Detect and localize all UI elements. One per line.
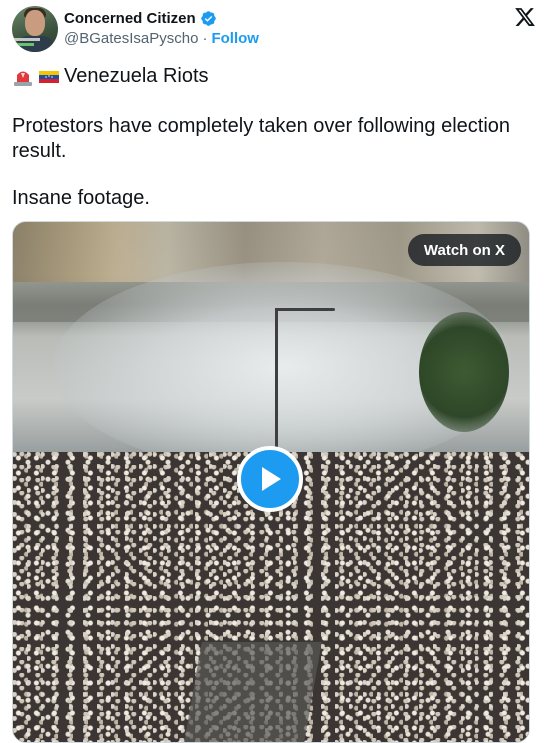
video-media[interactable]: Watch on X (12, 221, 530, 743)
post-headline: Venezuela Riots (12, 64, 209, 89)
police-light-emoji (14, 71, 32, 86)
author-name-row: Concerned Citizen (64, 8, 217, 28)
watch-on-x-button[interactable]: Watch on X (407, 234, 521, 266)
author-handle-row: @BGatesIsaPyscho · Follow (64, 30, 259, 47)
author-handle[interactable]: @BGatesIsaPyscho (64, 30, 198, 47)
video-frame-tree (419, 312, 509, 432)
headline-text: Venezuela Riots (64, 65, 209, 87)
play-button[interactable] (237, 446, 303, 512)
post-footer-text: Insane footage. (12, 187, 150, 209)
post-header: Concerned Citizen @BGatesIsaPyscho · Fol… (12, 4, 536, 56)
video-frame-road (184, 642, 322, 742)
verified-badge-icon (200, 10, 216, 26)
avatar[interactable] (12, 6, 58, 52)
author-display-name[interactable]: Concerned Citizen (64, 10, 196, 27)
separator-dot: · (202, 30, 208, 47)
follow-button[interactable]: Follow (211, 30, 259, 47)
play-icon (262, 467, 281, 491)
video-frame-lamp-arm (275, 308, 335, 311)
venezuela-flag-emoji (39, 70, 59, 83)
post-body-text: Protestors have completely taken over fo… (12, 115, 511, 162)
x-logo-icon[interactable] (514, 6, 536, 28)
